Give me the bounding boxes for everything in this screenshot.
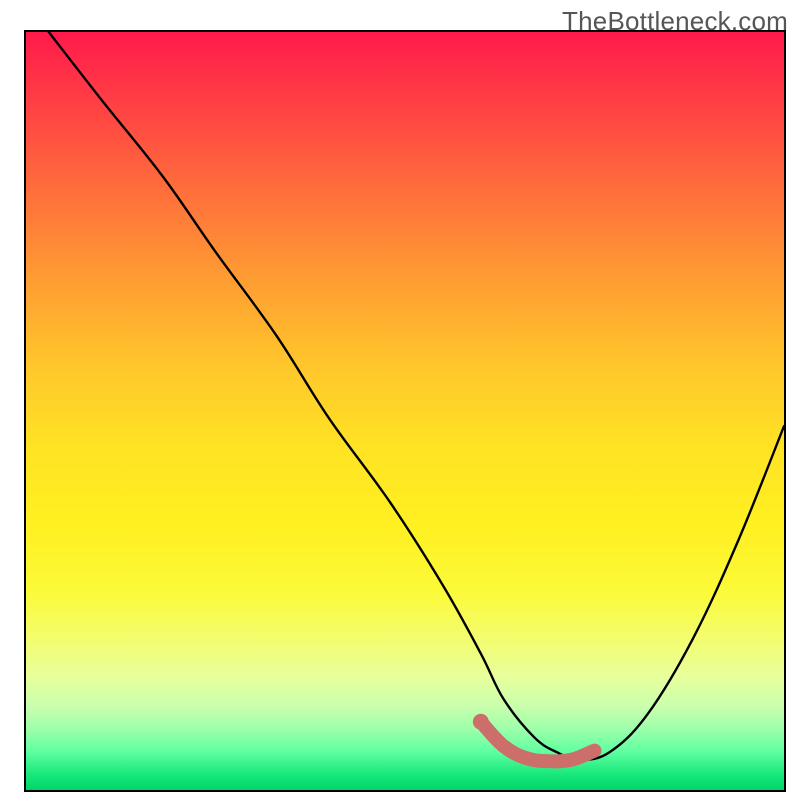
chart-stage: TheBottleneck.com bbox=[0, 0, 800, 800]
plot-frame bbox=[24, 30, 786, 792]
curve-layer bbox=[26, 32, 784, 790]
optimal-range-start-dot bbox=[473, 714, 489, 730]
bottleneck-curve bbox=[49, 32, 784, 760]
